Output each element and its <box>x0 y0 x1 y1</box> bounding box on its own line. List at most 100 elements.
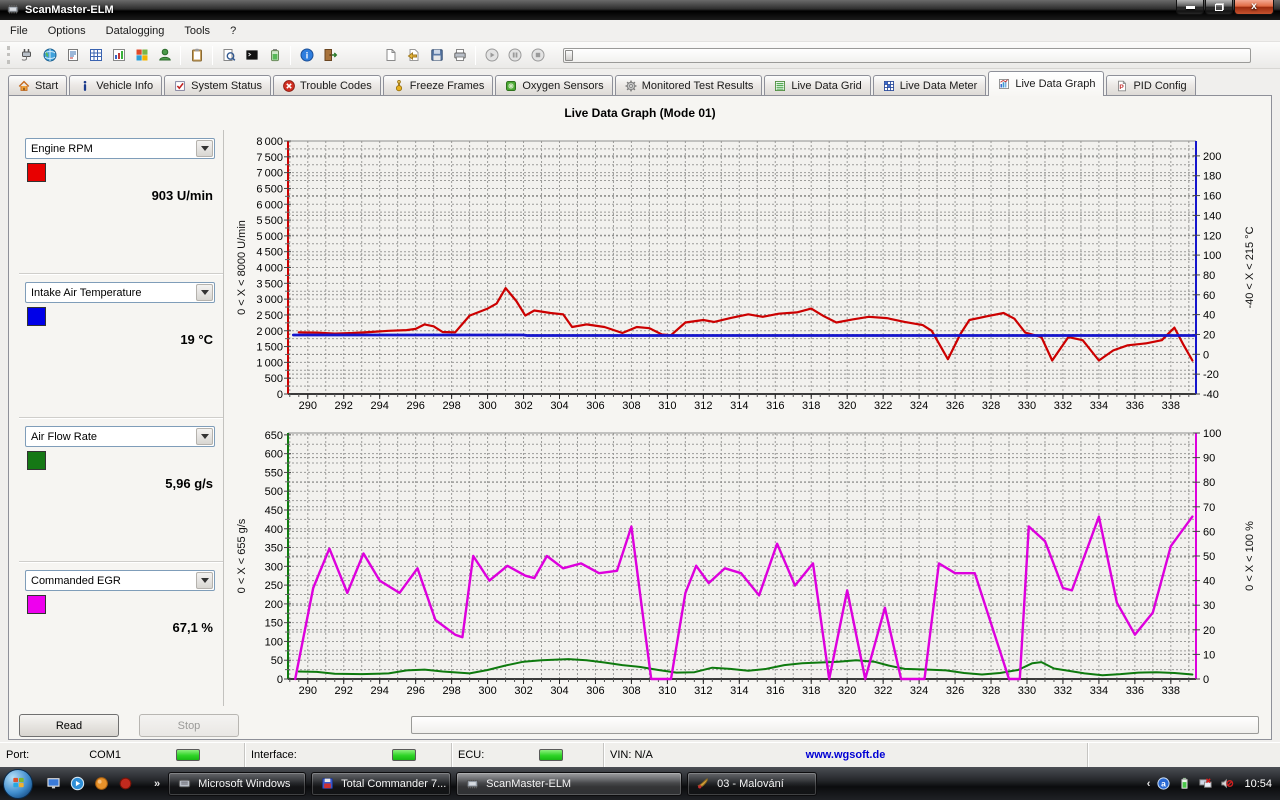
tab-label: Vehicle Info <box>96 80 153 92</box>
tab-live-data-grid[interactable]: Live Data Grid <box>764 75 870 96</box>
read-button[interactable]: Read <box>19 714 119 737</box>
tray-collapse-chevron[interactable]: ‹ <box>1147 778 1151 790</box>
svg-text:300: 300 <box>478 400 496 412</box>
app-chip-icon <box>6 2 20 16</box>
stop-button[interactable]: Stop <box>139 714 239 737</box>
tab-oxygen-sensors[interactable]: Oxygen Sensors <box>495 75 612 96</box>
svg-text:5 500: 5 500 <box>256 215 283 227</box>
tab-live-data-meter[interactable]: Live Data Meter <box>873 75 987 96</box>
restore-button[interactable] <box>1205 0 1233 15</box>
tab-start[interactable]: Start <box>8 75 67 96</box>
series-color-swatch <box>27 163 46 182</box>
playback-stop-button[interactable] <box>526 44 549 67</box>
menu-item-options[interactable]: Options <box>38 22 96 40</box>
connect-button[interactable] <box>15 44 38 67</box>
sensor-select-engine-rpm[interactable]: Engine RPM <box>25 138 215 159</box>
playback-play-button[interactable] <box>480 44 503 67</box>
sensor-select-air-flow-rate[interactable]: Air Flow Rate <box>25 426 215 447</box>
svg-text:550: 550 <box>265 467 283 479</box>
quicklaunch-overflow-chevron[interactable]: » <box>154 778 160 790</box>
chart-window-button[interactable] <box>107 44 130 67</box>
tray-battery-icon[interactable] <box>1177 776 1192 791</box>
start-button[interactable] <box>3 769 33 799</box>
dropdown-arrow-button[interactable] <box>196 572 213 589</box>
tab-label: Start <box>35 80 58 92</box>
sensor-select-commanded-egr[interactable]: Commanded EGR <box>25 570 215 591</box>
tab-label: Live Data Meter <box>900 80 978 92</box>
taskbar-button-total-commander-7[interactable]: Total Commander 7... <box>311 772 451 796</box>
quicklaunch-show-desktop-button[interactable] <box>45 775 62 792</box>
tab-pid-config[interactable]: PPID Config <box>1106 75 1195 96</box>
svg-text:328: 328 <box>982 685 1000 697</box>
svg-text:-40: -40 <box>1203 389 1219 401</box>
vehicle-report-button[interactable] <box>61 44 84 67</box>
svg-text:304: 304 <box>550 400 568 412</box>
svg-text:0 < X < 100 %: 0 < X < 100 % <box>1244 521 1256 591</box>
svg-text:296: 296 <box>406 400 424 412</box>
terminal-button[interactable] <box>240 44 263 67</box>
close-button[interactable]: x <box>1234 0 1274 15</box>
toolbar-slider[interactable] <box>563 48 1251 63</box>
dropdown-arrow-button[interactable] <box>196 284 213 301</box>
rpm-temperature-graph: 05001 0001 5002 0002 5003 0003 5004 0004… <box>229 130 1269 422</box>
menu-item-datalogging[interactable]: Datalogging <box>96 22 175 40</box>
windows-button[interactable] <box>130 44 153 67</box>
tab-trouble-codes[interactable]: Trouble Codes <box>273 75 381 96</box>
user-profile-button[interactable] <box>153 44 176 67</box>
svg-text:20: 20 <box>1203 625 1215 637</box>
taskbar-button-microsoft-windows[interactable]: Microsoft Windows <box>168 772 306 796</box>
taskbar: » Microsoft WindowsTotal Commander 7...S… <box>0 767 1280 800</box>
file-new-button[interactable] <box>379 44 402 67</box>
port-led <box>176 749 200 761</box>
svg-text:300: 300 <box>478 685 496 697</box>
dropdown-arrow-button[interactable] <box>196 428 213 445</box>
port-value: COM1 <box>89 749 121 761</box>
quicklaunch-launcher-orange-button[interactable] <box>93 775 110 792</box>
clipboard-button[interactable] <box>185 44 208 67</box>
dropdown-arrow-button[interactable] <box>196 140 213 157</box>
tray-network-error-icon[interactable] <box>1198 776 1213 791</box>
sensor-select-intake-air-temperature[interactable]: Intake Air Temperature <box>25 282 215 303</box>
quicklaunch-launcher-red-button[interactable] <box>117 775 134 792</box>
start-icon <box>17 79 31 93</box>
file-save-icon <box>429 47 445 63</box>
taskbar-button-03-malov-n[interactable]: 03 - Malování <box>687 772 817 796</box>
taskbar-button-scanmaster-elm[interactable]: ScanMaster-ELM <box>456 772 682 796</box>
svg-text:320: 320 <box>838 685 856 697</box>
slider-thumb[interactable] <box>565 50 573 61</box>
tray-avast-icon[interactable]: a <box>1156 776 1171 791</box>
menu-item-help[interactable]: ? <box>220 22 246 40</box>
file-print-button[interactable] <box>448 44 471 67</box>
menu-item-tools[interactable]: Tools <box>174 22 220 40</box>
quicklaunch-media-player-button[interactable] <box>69 775 86 792</box>
bottom-chart: 0501001502002503003504004505005506006500… <box>229 422 1269 706</box>
search-log-button[interactable] <box>217 44 240 67</box>
pid-grid-button[interactable] <box>84 44 107 67</box>
minimize-button[interactable] <box>1176 0 1204 15</box>
tab-vehicle-info[interactable]: Vehicle Info <box>69 75 162 96</box>
web-button[interactable] <box>38 44 61 67</box>
about-info-icon: i <box>299 47 315 63</box>
menu-item-file[interactable]: File <box>0 22 38 40</box>
about-info-button[interactable]: i <box>295 44 318 67</box>
tab-label: Monitored Test Results <box>642 80 754 92</box>
svg-text:330: 330 <box>1018 685 1036 697</box>
wgsoft-link[interactable]: www.wgsoft.de <box>604 749 1087 761</box>
tray-volume-muted-icon[interactable] <box>1219 776 1234 791</box>
media-player-icon <box>69 775 86 792</box>
tab-system-status[interactable]: System Status <box>164 75 271 96</box>
svg-text:40: 40 <box>1203 576 1215 588</box>
playback-stop-icon <box>530 47 546 63</box>
tab-live-data-graph[interactable]: Live Data Graph <box>988 71 1104 96</box>
sensor-select-value: Engine RPM <box>26 143 196 155</box>
status-vin: VIN: N/A www.wgsoft.de <box>604 743 1088 767</box>
sensor-select-value: Commanded EGR <box>26 575 196 587</box>
exit-app-button[interactable] <box>318 44 341 67</box>
file-open-button[interactable] <box>402 44 425 67</box>
file-save-button[interactable] <box>425 44 448 67</box>
svg-text:350: 350 <box>265 543 283 555</box>
tab-monitored-test-results[interactable]: Monitored Test Results <box>615 75 763 96</box>
tab-freeze-frames[interactable]: Freeze Frames <box>383 75 494 96</box>
battery-chip-button[interactable] <box>263 44 286 67</box>
playback-pause-button[interactable] <box>503 44 526 67</box>
